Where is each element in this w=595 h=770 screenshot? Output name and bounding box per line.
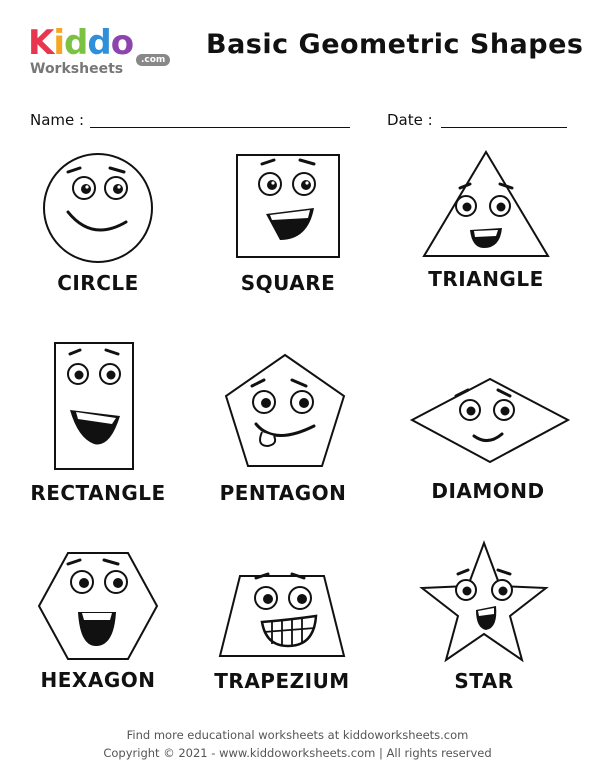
logo-letter: d (64, 23, 88, 63)
shape-label: PENTAGON (219, 481, 347, 505)
rectangle-face-icon (54, 342, 134, 470)
trapezium-face-icon (218, 572, 346, 657)
logo-letter: i (53, 23, 65, 63)
date-field[interactable] (441, 127, 567, 128)
logo-domain-badge: .com (136, 54, 171, 66)
shape-label: RECTANGLE (30, 481, 166, 505)
diamond-face-icon (409, 377, 571, 464)
shape-label: TRAPEZIUM (214, 669, 350, 693)
page-title: Basic Geometric Shapes (206, 29, 584, 60)
square-face-icon (236, 154, 340, 258)
logo-letter: d (87, 23, 111, 63)
name-label: Name : (30, 111, 85, 129)
logo-subtitle: Worksheets (30, 61, 124, 77)
shape-label: STAR (454, 669, 514, 693)
hexagon-face-icon (37, 552, 159, 660)
kiddo-worksheets-logo: Kiddo Worksheets .com (28, 24, 178, 84)
shape-label: CIRCLE (57, 271, 139, 295)
pentagon-face-icon (224, 353, 346, 467)
footer-copyright-text: Copyright © 2021 - www.kiddoworksheets.c… (103, 746, 492, 760)
logo-letter: K (28, 23, 54, 63)
name-field[interactable] (90, 127, 350, 128)
star-face-icon (419, 540, 549, 663)
shape-label: DIAMOND (431, 479, 545, 503)
circle-face-icon (43, 153, 153, 263)
date-label: Date : (387, 111, 433, 129)
footer-promo-text: Find more educational worksheets at kidd… (126, 728, 469, 742)
shape-label: HEXAGON (40, 668, 156, 692)
triangle-face-icon (422, 150, 550, 257)
shape-label: SQUARE (240, 271, 336, 295)
logo-wordmark: Kiddo (28, 23, 134, 63)
logo-letter: o (110, 23, 134, 63)
shape-label: TRIANGLE (428, 267, 544, 291)
